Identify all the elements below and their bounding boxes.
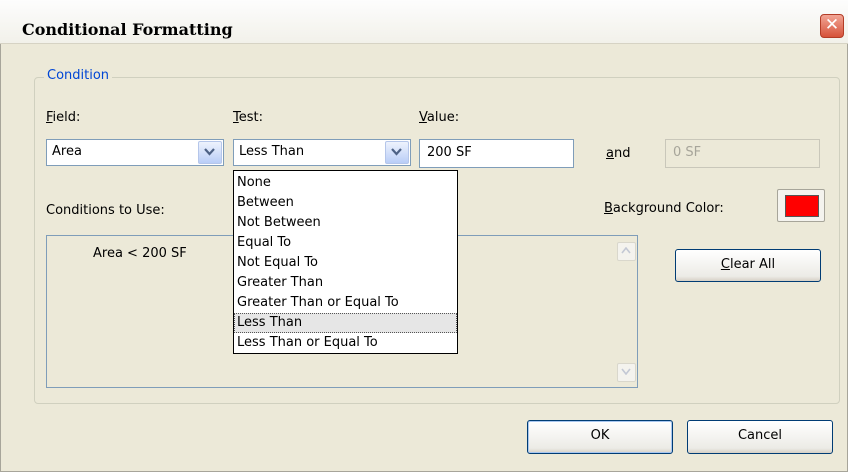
ok-label: OK — [590, 428, 610, 443]
dialog-title: Conditional Formatting — [22, 20, 233, 39]
cancel-label: Cancel — [737, 428, 783, 443]
test-option[interactable]: Not Equal To — [234, 253, 457, 273]
field-dropdown-button[interactable] — [198, 141, 222, 164]
field-label: Field: — [46, 110, 81, 125]
field-combo[interactable]: Area — [46, 139, 224, 166]
conditions-label: Conditions to Use: — [46, 203, 165, 218]
test-selected-value: Less Than — [239, 144, 305, 159]
test-option-selected[interactable]: Less Than — [234, 313, 457, 333]
test-option[interactable]: Equal To — [234, 233, 457, 253]
chevron-down-icon — [391, 148, 402, 156]
close-button[interactable]: ✕ — [820, 14, 844, 38]
scroll-down-button[interactable] — [617, 363, 636, 382]
value-input[interactable]: 200 SF — [419, 139, 574, 168]
close-icon: ✕ — [824, 15, 840, 35]
background-color-label-rest: ackground Color: — [612, 201, 724, 216]
test-option[interactable]: Between — [234, 193, 457, 213]
cancel-button[interactable]: Cancel — [687, 420, 833, 454]
background-color-button[interactable] — [777, 189, 825, 222]
test-option[interactable]: Less Than or Equal To — [234, 333, 457, 353]
test-dropdown-button[interactable] — [385, 141, 409, 164]
and-label-rest: nd — [613, 146, 631, 161]
color-swatch — [785, 195, 819, 217]
test-combo[interactable]: Less Than — [233, 139, 411, 166]
condition-group-legend: Condition — [44, 68, 113, 83]
clear-all-button[interactable]: Clear All — [675, 249, 821, 282]
value-label: Value: — [419, 110, 460, 125]
test-label: Test: — [233, 110, 263, 125]
test-dropdown-list[interactable]: None Between Not Between Equal To Not Eq… — [233, 170, 458, 354]
field-selected-value: Area — [52, 144, 82, 159]
field-label-rest: ield: — [52, 110, 81, 125]
and-value-input[interactable]: 0 SF — [665, 139, 820, 168]
scroll-up-button[interactable] — [617, 242, 636, 261]
test-label-rest: est: — [238, 110, 263, 125]
and-value-text: 0 SF — [673, 145, 702, 160]
value-label-rest: alue: — [426, 110, 460, 125]
test-option[interactable]: Greater Than or Equal To — [234, 293, 457, 313]
ok-button[interactable]: OK — [527, 420, 673, 454]
chevron-down-icon — [204, 148, 215, 156]
scroll-up-arrow-icon — [621, 247, 631, 254]
clear-all-label: Clear All — [720, 257, 776, 272]
background-color-label: Background Color: — [604, 201, 724, 216]
test-option[interactable]: None — [234, 173, 457, 193]
value-text: 200 SF — [427, 145, 472, 160]
condition-item[interactable]: Area < 200 SF — [93, 246, 187, 261]
test-option[interactable]: Not Between — [234, 213, 457, 233]
test-option[interactable]: Greater Than — [234, 273, 457, 293]
scroll-down-arrow-icon — [621, 368, 631, 375]
and-label: and — [606, 146, 631, 161]
